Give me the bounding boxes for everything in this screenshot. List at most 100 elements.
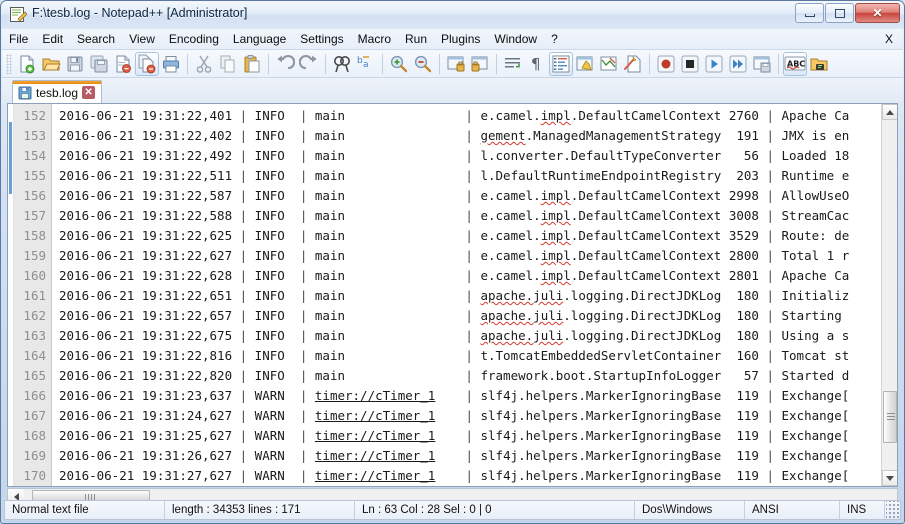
line-number: 166 xyxy=(14,386,51,406)
copy-icon[interactable] xyxy=(216,52,240,76)
menu-item-encoding[interactable]: Encoding xyxy=(162,30,226,48)
close-file-icon[interactable] xyxy=(111,52,135,76)
restore-button[interactable] xyxy=(825,3,854,23)
tab-close-icon[interactable]: ✕ xyxy=(82,86,95,99)
spellcheck-underline: apache.juli xyxy=(480,288,563,303)
toolbar-grip[interactable] xyxy=(6,54,12,74)
function-list-icon[interactable] xyxy=(621,52,645,76)
log-url[interactable]: timer://cTimer_1 xyxy=(315,468,435,483)
scroll-up-icon[interactable] xyxy=(882,104,898,120)
word-wrap-icon[interactable] xyxy=(501,52,525,76)
menu-item-language[interactable]: Language xyxy=(226,30,293,48)
close-icon: ✕ xyxy=(872,6,882,20)
window-controls: ✕ xyxy=(795,3,900,23)
status-caret-position: Ln : 63 Col : 28 Sel : 0 | 0 xyxy=(355,501,635,519)
vertical-scroll-thumb[interactable] xyxy=(883,391,897,443)
title-bar[interactable]: F:\tesb.log - Notepad++ [Administrator] … xyxy=(1,1,904,29)
save-macro-icon[interactable] xyxy=(750,52,774,76)
log-line: 2016-06-21 19:31:22,657 | INFO | main | … xyxy=(59,306,881,326)
close-all-files-icon[interactable] xyxy=(135,52,159,76)
line-number: 152 xyxy=(14,106,51,126)
tab-tesb-log[interactable]: tesb.log ✕ xyxy=(12,80,102,104)
line-number: 168 xyxy=(14,426,51,446)
stop-record-icon[interactable] xyxy=(678,52,702,76)
open-file-icon[interactable] xyxy=(39,52,63,76)
show-all-characters-icon[interactable]: ¶ xyxy=(525,52,549,76)
menu-item-plugins[interactable]: Plugins xyxy=(434,30,487,48)
menu-item-help[interactable]: ? xyxy=(544,30,565,48)
menu-item-view[interactable]: View xyxy=(122,30,162,48)
log-line: 2016-06-21 19:31:22,675 | INFO | main | … xyxy=(59,326,881,346)
save-all-icon[interactable] xyxy=(87,52,111,76)
find-icon[interactable] xyxy=(330,52,354,76)
fold-margin[interactable] xyxy=(8,104,14,486)
log-line: 2016-06-21 19:31:22,651 | INFO | main | … xyxy=(59,286,881,306)
resize-grip[interactable] xyxy=(886,501,900,519)
run-macro-multiple-icon[interactable] xyxy=(726,52,750,76)
log-url[interactable]: timer://cTimer_1 xyxy=(315,388,435,403)
line-number: 159 xyxy=(14,246,51,266)
indent-guide-icon[interactable] xyxy=(549,52,573,76)
document-map-icon[interactable] xyxy=(597,52,621,76)
editor-area: 152 153 154 155 156 157 158 159 160 161 … xyxy=(7,103,898,487)
spell-check-icon[interactable]: ABC xyxy=(783,52,807,76)
spellcheck-underline: impl xyxy=(541,208,571,223)
start-record-icon[interactable] xyxy=(654,52,678,76)
new-file-icon[interactable] xyxy=(15,52,39,76)
fold-indicator xyxy=(9,122,12,194)
svg-text:¶: ¶ xyxy=(531,55,541,73)
log-line: 2016-06-21 19:31:22,587 | INFO | main | … xyxy=(59,186,881,206)
saved-file-icon xyxy=(18,86,32,100)
sync-vertical-scroll-icon[interactable] xyxy=(444,52,468,76)
status-eol-format: Dos\Windows xyxy=(635,501,745,519)
line-number: 161 xyxy=(14,286,51,306)
zoom-in-icon[interactable] xyxy=(387,52,411,76)
undo-icon[interactable] xyxy=(273,52,297,76)
paste-icon[interactable] xyxy=(240,52,264,76)
vertical-scrollbar[interactable] xyxy=(881,104,897,486)
cut-icon[interactable] xyxy=(192,52,216,76)
menu-item-edit[interactable]: Edit xyxy=(35,30,70,48)
toolbar: b a xyxy=(2,50,903,78)
svg-text:a: a xyxy=(363,60,369,70)
save-icon[interactable] xyxy=(63,52,87,76)
menu-item-file[interactable]: File xyxy=(2,30,35,48)
line-number: 156 xyxy=(14,186,51,206)
line-number: 167 xyxy=(14,406,51,426)
redo-icon[interactable] xyxy=(297,52,321,76)
log-line: 2016-06-21 19:31:24,627 | WARN | timer:/… xyxy=(59,406,881,426)
user-defined-dialog-icon[interactable] xyxy=(573,52,597,76)
scroll-down-icon[interactable] xyxy=(882,470,898,486)
line-number: 162 xyxy=(14,306,51,326)
close-document-button[interactable]: X xyxy=(885,32,893,46)
status-encoding: ANSI xyxy=(745,501,840,519)
menu-bar: File Edit Search View Encoding Language … xyxy=(2,29,903,50)
log-url[interactable]: timer://cTimer_1 xyxy=(315,428,435,443)
line-number: 170 xyxy=(14,466,51,486)
run-icon[interactable] xyxy=(807,52,831,76)
menu-item-settings[interactable]: Settings xyxy=(293,30,350,48)
zoom-out-icon[interactable] xyxy=(411,52,435,76)
play-macro-icon[interactable] xyxy=(702,52,726,76)
tab-label: tesb.log xyxy=(36,86,78,100)
menu-item-run[interactable]: Run xyxy=(398,30,434,48)
window-title: F:\tesb.log - Notepad++ [Administrator] xyxy=(32,6,247,20)
text-content[interactable]: 2016-06-21 19:31:22,401 | INFO | main | … xyxy=(52,104,881,486)
menu-item-macro[interactable]: Macro xyxy=(351,30,398,48)
tab-active-indicator xyxy=(13,81,101,84)
line-number: 157 xyxy=(14,206,51,226)
menu-item-window[interactable]: Window xyxy=(487,30,544,48)
line-number: 171 xyxy=(14,486,51,487)
log-url[interactable]: timer://cTimer_1 xyxy=(315,448,435,463)
line-number: 163 xyxy=(14,326,51,346)
line-number: 158 xyxy=(14,226,51,246)
minimize-button[interactable] xyxy=(795,3,824,23)
replace-icon[interactable]: b a xyxy=(354,52,378,76)
close-window-button[interactable]: ✕ xyxy=(855,3,900,23)
print-icon[interactable] xyxy=(159,52,183,76)
spellcheck-underline: impl xyxy=(541,248,571,263)
line-number: 165 xyxy=(14,366,51,386)
log-url[interactable]: timer://cTimer_1 xyxy=(315,408,435,423)
menu-item-search[interactable]: Search xyxy=(70,30,122,48)
sync-horizontal-scroll-icon[interactable] xyxy=(468,52,492,76)
